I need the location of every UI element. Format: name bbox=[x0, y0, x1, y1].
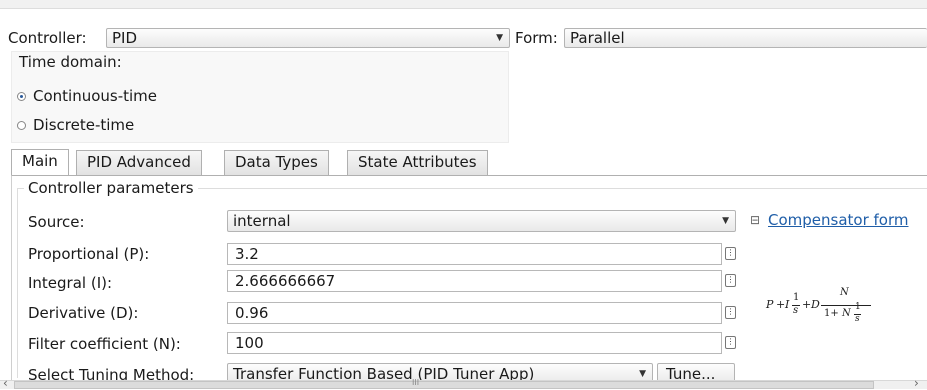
discrete-time-radio[interactable]: Discrete-time bbox=[17, 115, 134, 135]
more-options-icon[interactable]: ⋮ bbox=[725, 306, 736, 319]
discrete-time-label: Discrete-time bbox=[33, 116, 135, 134]
more-options-icon[interactable]: ⋮ bbox=[725, 336, 736, 349]
tab-main[interactable]: Main bbox=[11, 149, 69, 176]
collapse-toggle-icon[interactable]: ⊟ bbox=[750, 210, 760, 230]
filter-coefficient-input[interactable]: 100 bbox=[227, 332, 722, 354]
top-cropped-row bbox=[0, 0, 927, 9]
filter-coefficient-label: Filter coefficient (N): bbox=[28, 335, 181, 353]
formula-one: 1 bbox=[855, 302, 861, 312]
radio-unselected-icon bbox=[17, 121, 26, 130]
scrollbar-thumb[interactable] bbox=[14, 381, 874, 389]
scroll-left-arrow[interactable]: ‹ bbox=[3, 377, 8, 389]
scroll-right-arrow[interactable]: › bbox=[914, 377, 919, 389]
more-options-icon[interactable]: ⋮ bbox=[725, 247, 736, 260]
more-options-icon[interactable]: ⋮ bbox=[725, 274, 736, 287]
form-value: Parallel bbox=[570, 29, 625, 47]
radio-selected-icon bbox=[17, 92, 26, 101]
derivative-label: Derivative (D): bbox=[28, 304, 139, 322]
source-value: internal bbox=[233, 212, 291, 230]
chevron-down-icon: ▼ bbox=[722, 216, 729, 226]
form-label: Form: bbox=[515, 29, 558, 47]
controller-dropdown[interactable]: PID ▼ bbox=[106, 28, 510, 48]
formula-n-numerator: N bbox=[840, 287, 849, 298]
derivative-input[interactable]: 0.96 bbox=[227, 302, 722, 324]
integral-label: Integral (I): bbox=[28, 274, 113, 292]
tab-pid-advanced[interactable]: PID Advanced bbox=[76, 150, 202, 175]
proportional-label: Proportional (P): bbox=[28, 245, 150, 263]
formula-plus: + bbox=[802, 298, 812, 311]
integral-input[interactable]: 2.666666667 bbox=[227, 270, 722, 292]
proportional-input[interactable]: 3.2 bbox=[227, 243, 722, 265]
tab-state-attributes[interactable]: State Attributes bbox=[347, 150, 488, 175]
form-dropdown[interactable]: Parallel bbox=[564, 28, 927, 48]
formula-p: P bbox=[766, 298, 774, 311]
formula-s: s bbox=[793, 305, 799, 316]
tab-data-types[interactable]: Data Types bbox=[224, 150, 329, 175]
formula-d: D bbox=[811, 298, 820, 311]
compensator-formula: P + I 1 s + D N 1+ N 1 s bbox=[766, 287, 906, 332]
chevron-down-icon: ▼ bbox=[496, 33, 503, 43]
formula-n-denominator: N bbox=[842, 308, 851, 319]
formula-denominator-prefix: 1+ bbox=[824, 308, 839, 319]
formula-s: s bbox=[855, 314, 860, 324]
compensator-form-link[interactable]: Compensator form bbox=[768, 210, 909, 230]
formula-one: 1 bbox=[793, 292, 800, 303]
continuous-time-label: Continuous-time bbox=[33, 87, 158, 105]
controller-parameters-title: Controller parameters bbox=[24, 178, 198, 198]
formula-i: I bbox=[785, 298, 790, 311]
time-domain-title: Time domain: bbox=[19, 53, 122, 71]
controller-value: PID bbox=[112, 29, 138, 47]
fraction-bar bbox=[821, 305, 871, 306]
scrollbar-grip-icon: III bbox=[412, 378, 420, 387]
formula-plus: + bbox=[776, 298, 786, 311]
continuous-time-radio[interactable]: Continuous-time bbox=[17, 86, 157, 106]
source-dropdown[interactable]: internal ▼ bbox=[227, 210, 736, 232]
controller-label: Controller: bbox=[8, 29, 87, 47]
source-label: Source: bbox=[28, 213, 85, 231]
